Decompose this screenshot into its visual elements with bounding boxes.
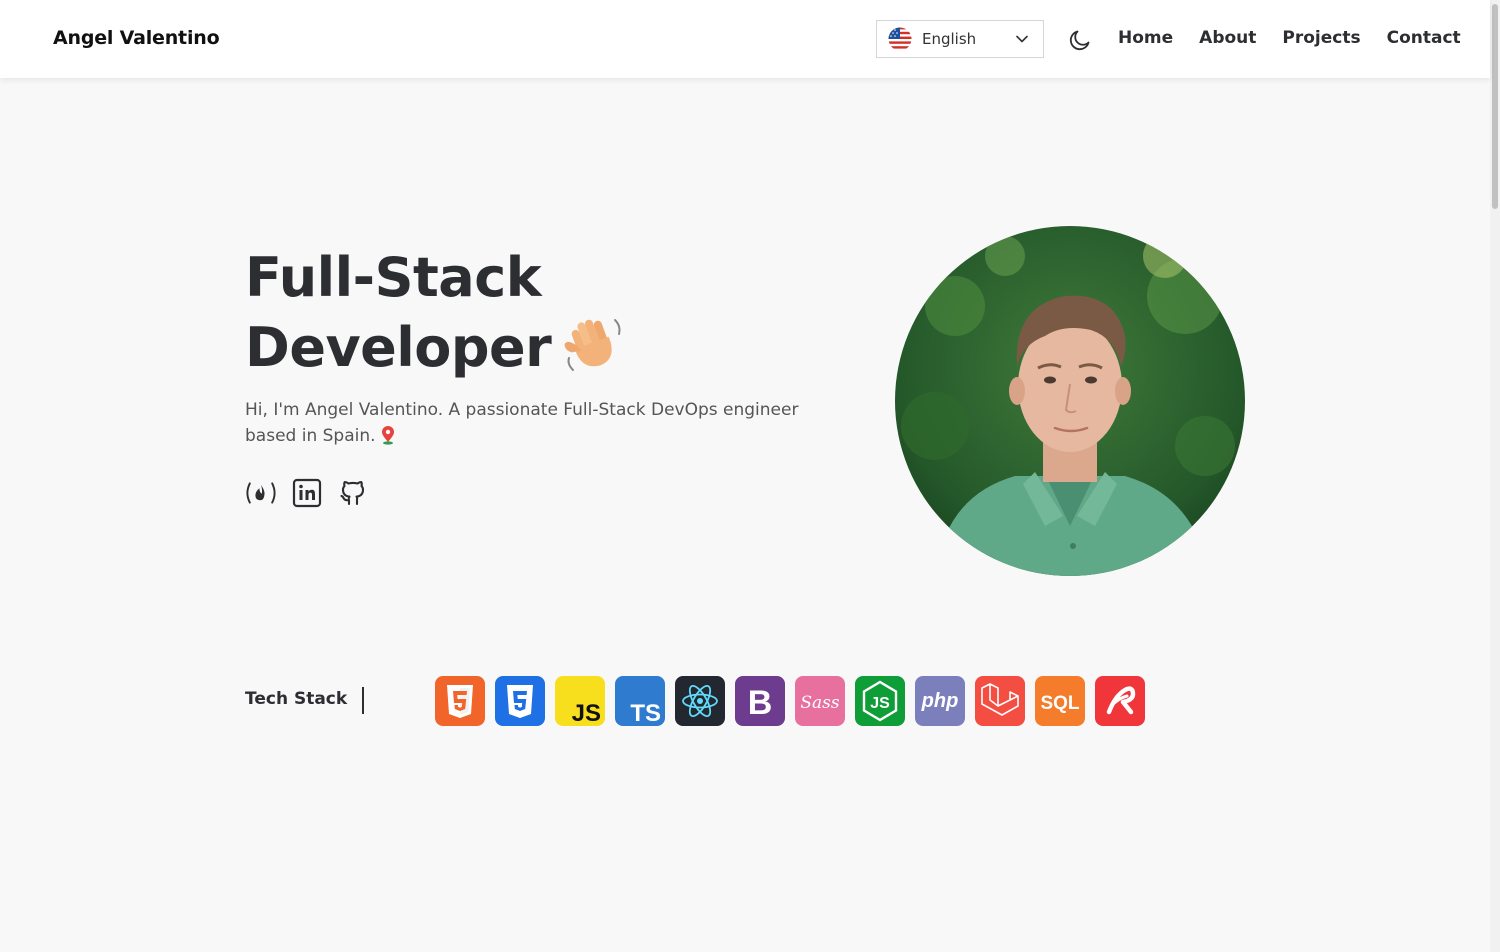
navbar: Angel Valentino English Home About Proje… — [0, 0, 1490, 78]
bootstrap-icon[interactable]: B — [735, 676, 785, 726]
css3-icon[interactable] — [495, 676, 545, 726]
tech-stack-label: Tech Stack — [245, 689, 348, 709]
nav-projects[interactable]: Projects — [1282, 28, 1360, 48]
moon-icon[interactable] — [1068, 28, 1092, 52]
profile-photo — [895, 226, 1245, 576]
freecodecamp-icon[interactable] — [245, 477, 277, 509]
hero-title-line2: Developer — [245, 316, 552, 379]
nodejs-icon-text: JS — [870, 695, 890, 712]
us-flag-icon — [888, 27, 912, 51]
waving-hand-icon — [564, 319, 621, 371]
scrollbar-thumb[interactable] — [1492, 4, 1498, 209]
hero-intro-text: Hi, I'm Angel Valentino. A passionate Fu… — [245, 400, 799, 446]
nav-about[interactable]: About — [1199, 28, 1256, 48]
location-pin-icon — [381, 426, 394, 445]
sql-icon[interactable]: SQL — [1035, 676, 1085, 726]
nav-links: Home About Projects Contact — [1118, 28, 1461, 48]
language-select[interactable]: English — [876, 20, 1044, 58]
javascript-icon[interactable]: JS — [555, 676, 605, 726]
language-label: English — [922, 30, 977, 48]
tech-stack-icons: JS TS B Sass JS php SQL — [435, 676, 1155, 726]
brand-logo[interactable]: Angel Valentino — [53, 27, 220, 49]
typescript-icon-text: TS — [630, 700, 661, 726]
linkedin-icon[interactable] — [291, 477, 323, 509]
tech-stack-divider — [362, 687, 364, 714]
chevron-down-icon — [1016, 35, 1028, 43]
php-icon-text: php — [921, 690, 959, 712]
hero-title-line2-wrap: Developer — [245, 310, 627, 380]
social-links — [245, 477, 383, 509]
javascript-icon-text: JS — [572, 700, 601, 726]
nodejs-icon[interactable]: JS — [855, 676, 905, 726]
html5-icon[interactable] — [435, 676, 485, 726]
github-icon[interactable] — [337, 477, 369, 509]
page-scrollbar[interactable] — [1490, 0, 1500, 952]
laravel-icon[interactable] — [975, 676, 1025, 726]
bootstrap-icon-text: B — [748, 684, 773, 722]
sass-icon[interactable]: Sass — [795, 676, 845, 726]
hero-title-line1: Full-Stack — [245, 246, 542, 309]
hero-intro: Hi, I'm Angel Valentino. A passionate Fu… — [245, 397, 835, 449]
php-icon[interactable]: php — [915, 676, 965, 726]
sql-icon-text: SQL — [1040, 693, 1079, 714]
portrait-illustration — [895, 226, 1245, 576]
react-icon[interactable] — [675, 676, 725, 726]
hero-title: Full-Stack Developer — [245, 246, 627, 380]
sass-icon-text: Sass — [800, 693, 840, 713]
nav-contact[interactable]: Contact — [1387, 28, 1461, 48]
typescript-icon[interactable]: TS — [615, 676, 665, 726]
nav-home[interactable]: Home — [1118, 28, 1173, 48]
rollup-icon[interactable] — [1095, 676, 1145, 726]
